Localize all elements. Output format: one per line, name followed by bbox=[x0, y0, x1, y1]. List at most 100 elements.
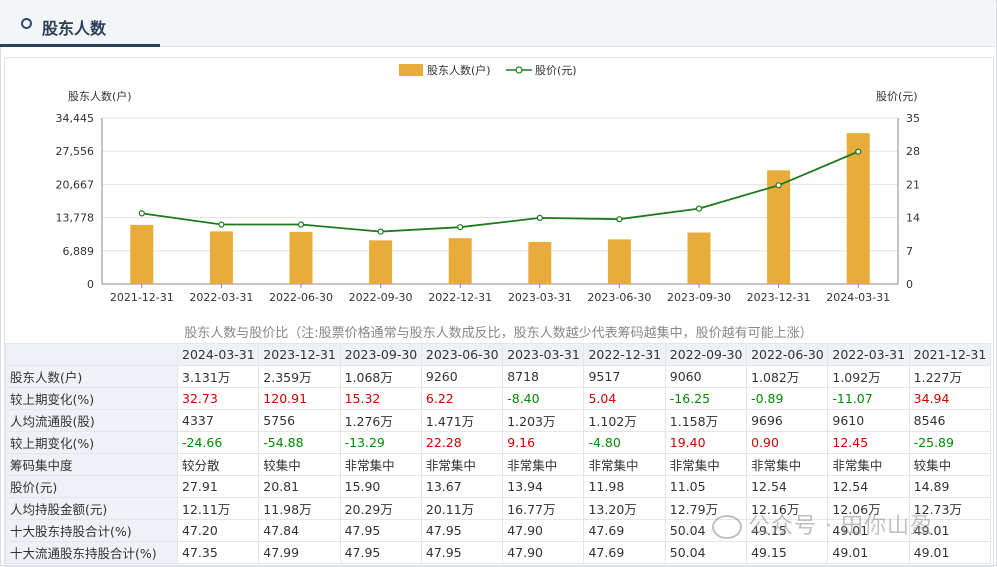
bar-shareholders bbox=[687, 232, 711, 284]
table-cell: 12.11万 bbox=[176, 497, 260, 520]
wechat-icon bbox=[712, 515, 742, 539]
table-cell: 49.15 bbox=[746, 541, 829, 564]
table-cell: -25.89 bbox=[908, 431, 991, 454]
table-cell: 较集中 bbox=[908, 453, 991, 476]
column-header: 2023-09-30 bbox=[339, 343, 422, 366]
table-row: 股东人数(户) 3.131万 2.359万 1.068万 9260 8718 9517 906… bbox=[5, 365, 991, 388]
table-cell: 1.102万 bbox=[583, 409, 666, 432]
table-cell: -4.80 bbox=[583, 431, 666, 454]
table-row: 十大流通股东持股合计(%) 47.35 47.99 47.95 47.95 47.90 47… bbox=[5, 541, 991, 564]
table-row: 较上期变化(%) -24.66 -54.88 -13.29 22.28 9.16 -4.80… bbox=[5, 431, 991, 454]
table-cell: 13.67 bbox=[420, 475, 504, 498]
row-label: 十大股东持股合计(%) bbox=[5, 519, 178, 542]
point-price bbox=[775, 182, 782, 189]
x-tick-label: 2023-03-31 bbox=[508, 291, 572, 304]
table-cell: 47.35 bbox=[176, 541, 260, 564]
bar-shareholders bbox=[369, 240, 393, 284]
column-header: 2022-12-31 bbox=[583, 343, 666, 366]
table-row: 人均流通股(股) 4337 5756 1.276万 1.471万 1.203万 1.102万… bbox=[5, 409, 991, 432]
table-header-row: 2024-03-31 2023-12-31 2023-09-30 2023-06-30… bbox=[5, 343, 991, 366]
table-cell: 9610 bbox=[827, 409, 910, 432]
table-cell: 20.11万 bbox=[420, 497, 504, 520]
point-price bbox=[616, 216, 623, 223]
table-cell: 47.69 bbox=[583, 519, 666, 542]
left-tick-label: 20,667 bbox=[56, 178, 95, 191]
table-cell: 22.28 bbox=[420, 431, 504, 454]
column-header: 2022-06-30 bbox=[746, 343, 829, 366]
x-tick-label: 2022-12-31 bbox=[428, 291, 492, 304]
table-cell: 49.01 bbox=[908, 541, 991, 564]
table-cell: 20.81 bbox=[258, 475, 341, 498]
table-cell: 11.05 bbox=[664, 475, 748, 498]
table-cell: -8.40 bbox=[502, 387, 585, 410]
table-cell: 49.01 bbox=[827, 541, 910, 564]
bar-shareholders bbox=[528, 241, 552, 284]
table-cell: 120.91 bbox=[258, 387, 341, 410]
table-cell: 1.276万 bbox=[339, 409, 422, 432]
right-tick-label: 28 bbox=[906, 145, 920, 158]
table-cell: 20.29万 bbox=[339, 497, 422, 520]
table-cell: 9517 bbox=[583, 365, 666, 388]
table-cell: 1.068万 bbox=[339, 365, 422, 388]
watermark: 公众号 · 田你山盈 bbox=[712, 508, 933, 540]
table-cell: 47.90 bbox=[502, 519, 585, 542]
x-tick-label: 2021-12-31 bbox=[110, 291, 174, 304]
table-cell: 2.359万 bbox=[258, 365, 341, 388]
table-cell: 9.16 bbox=[502, 431, 585, 454]
column-header: 2022-09-30 bbox=[664, 343, 748, 366]
table-cell: 非常集中 bbox=[827, 453, 910, 476]
right-tick-label: 7 bbox=[906, 245, 913, 258]
x-tick-label: 2024-03-31 bbox=[826, 291, 890, 304]
table-cell: 5.04 bbox=[583, 387, 666, 410]
row-label: 人均持股金额(元) bbox=[5, 497, 178, 520]
line-price bbox=[141, 150, 859, 233]
table-cell: 非常集中 bbox=[339, 453, 422, 476]
x-tick-label: 2023-12-31 bbox=[747, 291, 811, 304]
bar-shareholders bbox=[130, 224, 154, 284]
table-cell: 1.203万 bbox=[502, 409, 585, 432]
table-cell: 1.227万 bbox=[908, 365, 991, 388]
left-tick-label: 27,556 bbox=[56, 145, 95, 158]
table-row: 股价(元) 27.91 20.81 15.90 13.67 13.94 11.98 11.05… bbox=[5, 475, 991, 498]
column-header: 2021-12-31 bbox=[908, 343, 991, 366]
x-tick-label: 2022-06-30 bbox=[269, 291, 333, 304]
table-cell: 1.471万 bbox=[420, 409, 504, 432]
table-cell: 非常集中 bbox=[664, 453, 748, 476]
table-cell: -0.89 bbox=[746, 387, 829, 410]
table-cell: 47.95 bbox=[339, 519, 422, 542]
watermark-text: 公众号 · 田你山盈 bbox=[748, 514, 933, 539]
table-cell: 47.95 bbox=[339, 541, 422, 564]
column-header: 2023-06-30 bbox=[420, 343, 504, 366]
x-tick-label: 2023-09-30 bbox=[667, 291, 731, 304]
table-cell: 非常集中 bbox=[420, 453, 504, 476]
row-label: 股东人数(户) bbox=[5, 365, 178, 388]
table-cell: 47.90 bbox=[502, 541, 585, 564]
table-cell: 0.90 bbox=[746, 431, 829, 454]
table-cell: 非常集中 bbox=[746, 453, 829, 476]
shareholder-price-chart: 股东人数(户) 股价(元) 股东人数(户) 股价(元) 0 6,889 13,778 20,6… bbox=[56, 63, 921, 304]
point-price bbox=[377, 228, 384, 235]
row-label: 较上期变化(%) bbox=[5, 387, 178, 410]
point-price bbox=[536, 214, 543, 221]
table-cell: 6.22 bbox=[420, 387, 504, 410]
table-cell: 3.131万 bbox=[176, 365, 260, 388]
bar-shareholders bbox=[607, 239, 631, 284]
point-price bbox=[138, 210, 145, 217]
x-tick-label: 2022-09-30 bbox=[349, 291, 413, 304]
table-cell: 13.20万 bbox=[583, 497, 666, 520]
table-cell: 8546 bbox=[908, 409, 991, 432]
chart-note: 股东人数与股价比（注:股票价格通常与股东人数成反比，股东人数越少代表筹码越集中，… bbox=[184, 326, 813, 341]
table-cell: 34.94 bbox=[908, 387, 991, 410]
row-label: 较上期变化(%) bbox=[5, 431, 178, 454]
table-cell: 较分散 bbox=[176, 453, 260, 476]
table-corner bbox=[5, 343, 178, 366]
table-cell: -13.29 bbox=[339, 431, 422, 454]
point-price bbox=[695, 205, 703, 212]
left-tick-label: 13,778 bbox=[56, 212, 95, 225]
table-cell: 11.98 bbox=[583, 475, 666, 498]
table-cell: 32.73 bbox=[176, 387, 260, 410]
legend-line-label: 股价(元) bbox=[535, 64, 577, 77]
table-cell: 16.77万 bbox=[502, 497, 585, 520]
left-axis-title: 股东人数(户) bbox=[68, 89, 132, 103]
bar-shareholders bbox=[209, 231, 233, 284]
